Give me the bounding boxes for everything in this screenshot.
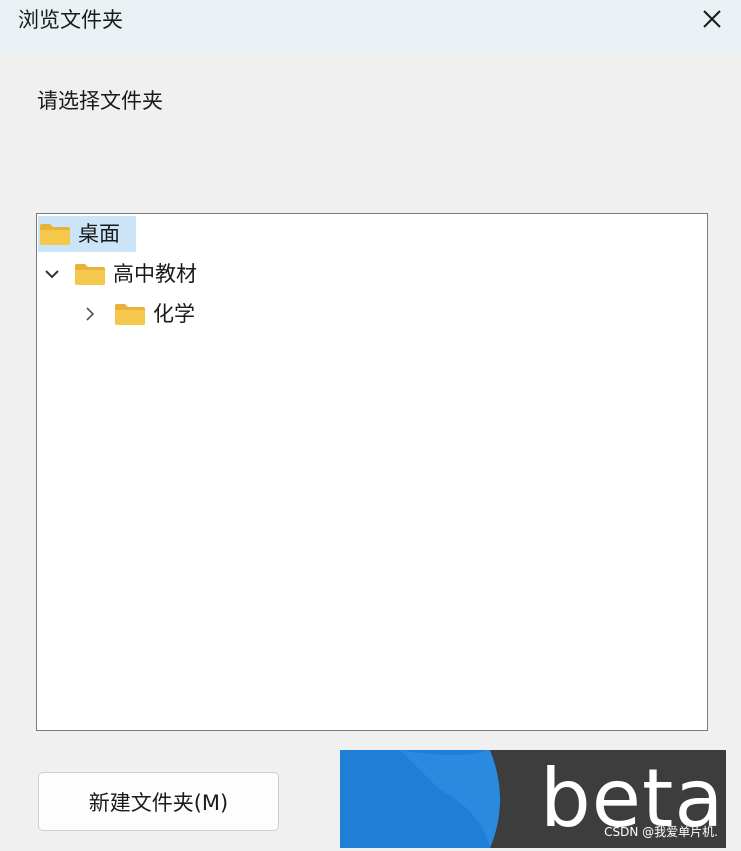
logo-swoosh-icon	[400, 750, 520, 848]
logo-blue-block	[340, 750, 520, 848]
tree-item-chemistry[interactable]: 化学	[79, 296, 195, 332]
browse-folder-dialog: 浏览文件夹 请选择文件夹 桌面 高中教材 化学 新建文件夹(M) beta CS…	[0, 0, 741, 851]
dialog-prompt: 请选择文件夹	[37, 89, 163, 113]
dialog-title: 浏览文件夹	[18, 8, 123, 32]
new-folder-button[interactable]: 新建文件夹(M)	[38, 772, 279, 831]
tree-item-desktop[interactable]: 桌面	[38, 216, 136, 252]
beta-logo: beta CSDN @我爱单片机.	[340, 750, 726, 848]
folder-icon	[38, 221, 72, 247]
tree-item-label: 桌面	[78, 222, 120, 246]
tree-item-textbooks[interactable]: 高中教材	[41, 256, 197, 292]
tree-item-label: 化学	[153, 302, 195, 326]
close-button[interactable]	[697, 4, 727, 34]
tree-item-label: 高中教材	[113, 262, 197, 286]
title-bar: 浏览文件夹	[0, 0, 741, 52]
watermark-text: CSDN @我爱单片机.	[604, 825, 718, 839]
chevron-down-icon[interactable]	[41, 263, 63, 285]
chevron-right-icon[interactable]	[79, 303, 101, 325]
folder-icon	[73, 261, 107, 287]
folder-tree[interactable]: 桌面 高中教材 化学	[36, 213, 708, 731]
close-icon	[703, 10, 721, 28]
folder-icon	[113, 301, 147, 327]
